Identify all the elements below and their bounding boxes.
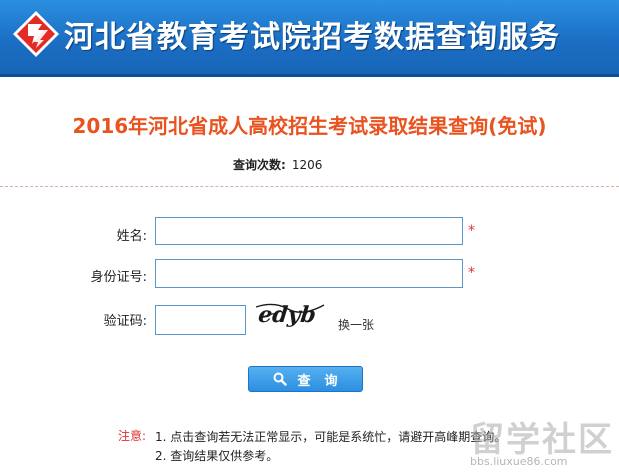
captcha-label: 验证码: xyxy=(103,314,147,329)
site-title: 河北省教育考试院招考数据查询服务 xyxy=(64,20,560,55)
page-title: 2016年河北省成人高校招生考试录取结果查询(免试) xyxy=(72,114,547,138)
submit-query-label: 查询 xyxy=(297,373,352,389)
idcard-label: 身份证号: xyxy=(90,270,147,285)
watermark-text: 留学社区 xyxy=(470,420,614,460)
query-count-value: 1206 xyxy=(291,158,323,172)
site-header: 河北省教育考试院招考数据查询服务 xyxy=(0,0,619,77)
idcard-input[interactable] xyxy=(155,259,463,288)
heb-exam-logo-icon xyxy=(13,11,59,57)
refresh-captcha-link[interactable]: 换一张 xyxy=(338,316,374,333)
watermark-url: bbs.liuxue86.com xyxy=(470,455,568,468)
notice-item: 1. 点击查询若无法正常显示，可能是系统忙，请避开高峰期查询。 xyxy=(155,430,507,444)
name-required-mark: * xyxy=(468,223,475,239)
idcard-required-mark: * xyxy=(468,265,475,281)
divider xyxy=(0,186,619,187)
search-icon xyxy=(273,372,288,386)
captcha-input[interactable] xyxy=(155,305,246,335)
name-label: 姓名: xyxy=(116,229,147,244)
query-count-label: 查询次数: xyxy=(233,158,286,172)
notice-item: 2. 查询结果仅供参考。 xyxy=(155,449,279,463)
captcha-image-text: edyb xyxy=(257,302,317,327)
submit-query-button[interactable]: 查询 xyxy=(248,366,363,392)
name-input[interactable] xyxy=(155,217,463,245)
captcha-image[interactable]: edyb xyxy=(254,299,326,327)
notice-label: 注意: xyxy=(118,429,147,443)
query-count: 查询次数: 1206 xyxy=(233,156,322,173)
